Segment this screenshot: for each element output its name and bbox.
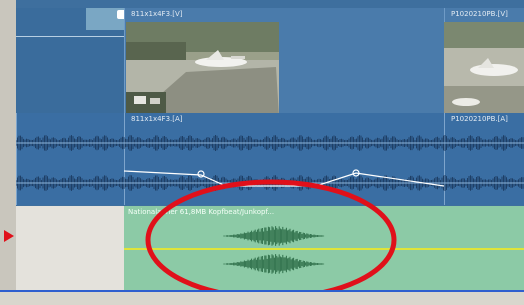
left-gutter	[0, 0, 16, 305]
red-arrow-icon	[4, 230, 14, 242]
bottom-divider	[0, 290, 524, 305]
timeline-area[interactable]: 811x1x4F3.[V] P1020210PB.[V] 811x1x4F3.[…	[16, 0, 524, 290]
